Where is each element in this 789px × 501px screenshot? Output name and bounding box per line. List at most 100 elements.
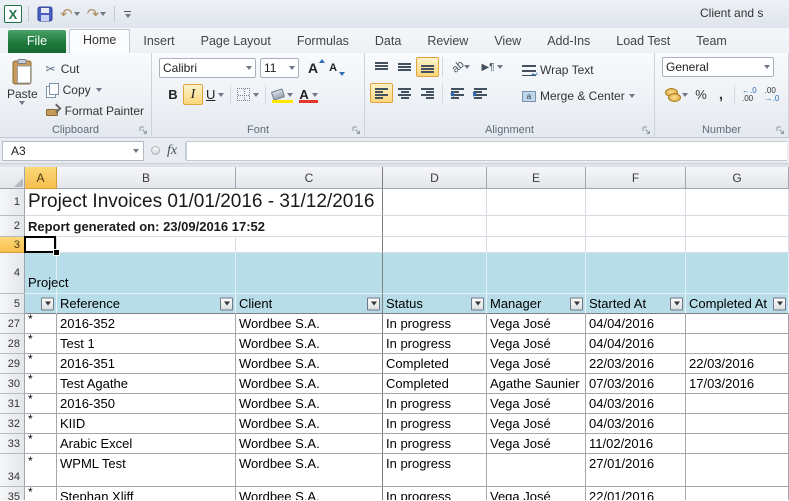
row-header-2[interactable]: 2 bbox=[0, 216, 25, 237]
copy-dropdown-icon[interactable] bbox=[96, 88, 102, 92]
cell-F2[interactable] bbox=[586, 216, 686, 237]
underline-dropdown-icon[interactable] bbox=[218, 93, 224, 97]
cell-C33[interactable]: Wordbee S.A. bbox=[236, 434, 383, 454]
decrease-decimal-button[interactable]: .00→.0 bbox=[761, 84, 784, 105]
cell-G5[interactable]: Completed At bbox=[686, 294, 789, 314]
cell-B30[interactable]: Test Agathe bbox=[57, 374, 236, 394]
row-header-27[interactable]: 27 bbox=[0, 314, 25, 334]
cell-F29[interactable]: 22/03/2016 bbox=[586, 354, 686, 374]
filter-button-G[interactable] bbox=[773, 297, 786, 310]
paste-dropdown-icon[interactable] bbox=[19, 101, 25, 105]
alignment-dialog-launcher[interactable] bbox=[642, 126, 651, 135]
customize-qat-button[interactable] bbox=[121, 11, 134, 18]
cell-E28[interactable]: Vega José bbox=[487, 334, 586, 354]
cell-A5[interactable] bbox=[25, 294, 57, 314]
select-all-corner[interactable] bbox=[0, 167, 25, 189]
font-color-button[interactable]: A bbox=[296, 84, 320, 105]
accounting-dropdown-icon[interactable] bbox=[682, 93, 688, 97]
bold-button[interactable]: B bbox=[163, 84, 183, 105]
row-header-3[interactable]: 3 bbox=[0, 237, 25, 253]
cell-G1[interactable] bbox=[686, 189, 789, 216]
redo-button[interactable]: ↷ bbox=[85, 4, 109, 24]
merge-center-dropdown-icon[interactable] bbox=[629, 94, 635, 98]
cell-D35[interactable]: In progress bbox=[383, 487, 487, 500]
cell-E2[interactable] bbox=[487, 216, 586, 237]
comma-style-button[interactable]: , bbox=[711, 84, 731, 105]
percent-style-button[interactable]: % bbox=[691, 84, 711, 105]
column-header-C[interactable]: C bbox=[236, 167, 383, 189]
cell-A32[interactable]: * bbox=[25, 414, 57, 434]
tab-team[interactable]: Team bbox=[683, 30, 740, 53]
filter-button-A[interactable] bbox=[41, 297, 54, 310]
tab-view[interactable]: View bbox=[481, 30, 534, 53]
number-format-combo[interactable]: General bbox=[662, 57, 774, 77]
cell-D33[interactable]: In progress bbox=[383, 434, 487, 454]
tab-review[interactable]: Review bbox=[414, 30, 481, 53]
tab-data[interactable]: Data bbox=[362, 30, 414, 53]
cell-F4[interactable] bbox=[586, 253, 686, 294]
cell-A33[interactable]: * bbox=[25, 434, 57, 454]
shrink-font-button[interactable]: A bbox=[325, 57, 345, 78]
cell-B33[interactable]: Arabic Excel bbox=[57, 434, 236, 454]
cell-C34[interactable]: Wordbee S.A. bbox=[236, 454, 383, 487]
cell-F35[interactable]: 22/01/2016 bbox=[586, 487, 686, 500]
cell-D4[interactable] bbox=[383, 253, 487, 294]
cell-D31[interactable]: In progress bbox=[383, 394, 487, 414]
cell-A27[interactable]: * bbox=[25, 314, 57, 334]
row-header-29[interactable]: 29 bbox=[0, 354, 25, 374]
column-header-G[interactable]: G bbox=[686, 167, 789, 189]
cell-A34[interactable]: * bbox=[25, 454, 57, 487]
filter-button-E[interactable] bbox=[570, 297, 583, 310]
cell-D27[interactable]: In progress bbox=[383, 314, 487, 334]
cell-E32[interactable]: Vega José bbox=[487, 414, 586, 434]
cell-F34[interactable]: 27/01/2016 bbox=[586, 454, 686, 487]
decrease-indent-button[interactable] bbox=[446, 83, 469, 103]
cell-B32[interactable]: KIID bbox=[57, 414, 236, 434]
underline-button[interactable]: U bbox=[203, 84, 227, 105]
tab-formulas[interactable]: Formulas bbox=[284, 30, 362, 53]
row-header-1[interactable]: 1 bbox=[0, 189, 25, 216]
align-left-button[interactable] bbox=[370, 83, 393, 103]
wrap-text-button[interactable]: Wrap Text bbox=[518, 60, 639, 80]
cell-E33[interactable]: Vega José bbox=[487, 434, 586, 454]
borders-dropdown-icon[interactable] bbox=[253, 93, 259, 97]
cell-A4[interactable]: Project bbox=[25, 253, 57, 294]
cell-C5[interactable]: Client bbox=[236, 294, 383, 314]
tab-add-ins[interactable]: Add-Ins bbox=[534, 30, 603, 53]
cell-E1[interactable] bbox=[487, 189, 586, 216]
filter-button-B[interactable] bbox=[220, 297, 233, 310]
paste-button[interactable]: Paste bbox=[3, 57, 42, 122]
cell-F30[interactable]: 07/03/2016 bbox=[586, 374, 686, 394]
cell-D2[interactable] bbox=[383, 216, 487, 237]
cell-G4[interactable] bbox=[686, 253, 789, 294]
cell-F5[interactable]: Started At bbox=[586, 294, 686, 314]
cell-C32[interactable]: Wordbee S.A. bbox=[236, 414, 383, 434]
column-header-D[interactable]: D bbox=[383, 167, 487, 189]
row-header-4[interactable]: 4 bbox=[0, 253, 25, 294]
cell-C4[interactable] bbox=[236, 253, 383, 294]
cell-A30[interactable]: * bbox=[25, 374, 57, 394]
tab-file[interactable]: File bbox=[8, 30, 66, 53]
cell-G33[interactable] bbox=[686, 434, 789, 454]
cell-G28[interactable] bbox=[686, 334, 789, 354]
cell-G27[interactable] bbox=[686, 314, 789, 334]
filter-button-F[interactable] bbox=[670, 297, 683, 310]
cell-G32[interactable] bbox=[686, 414, 789, 434]
cell-D1[interactable] bbox=[383, 189, 487, 216]
cell-B5[interactable]: Reference bbox=[57, 294, 236, 314]
merge-center-button[interactable]: aMerge & Center bbox=[518, 86, 639, 106]
increase-indent-button[interactable] bbox=[469, 83, 492, 103]
align-right-button[interactable] bbox=[416, 83, 439, 103]
excel-logo-icon[interactable]: X bbox=[4, 5, 22, 23]
cell-A29[interactable]: * bbox=[25, 354, 57, 374]
italic-button[interactable]: I bbox=[183, 84, 203, 105]
cell-C3[interactable] bbox=[236, 237, 383, 253]
column-header-B[interactable]: B bbox=[57, 167, 236, 189]
row-header-34[interactable]: 34 bbox=[0, 454, 25, 487]
cell-A31[interactable]: * bbox=[25, 394, 57, 414]
undo-button[interactable]: ↶ bbox=[58, 4, 82, 24]
name-box[interactable]: A3 bbox=[2, 141, 144, 161]
cell-F31[interactable]: 04/03/2016 bbox=[586, 394, 686, 414]
name-box-dropdown-icon[interactable] bbox=[133, 149, 139, 153]
insert-function-button[interactable]: fx bbox=[167, 143, 177, 159]
